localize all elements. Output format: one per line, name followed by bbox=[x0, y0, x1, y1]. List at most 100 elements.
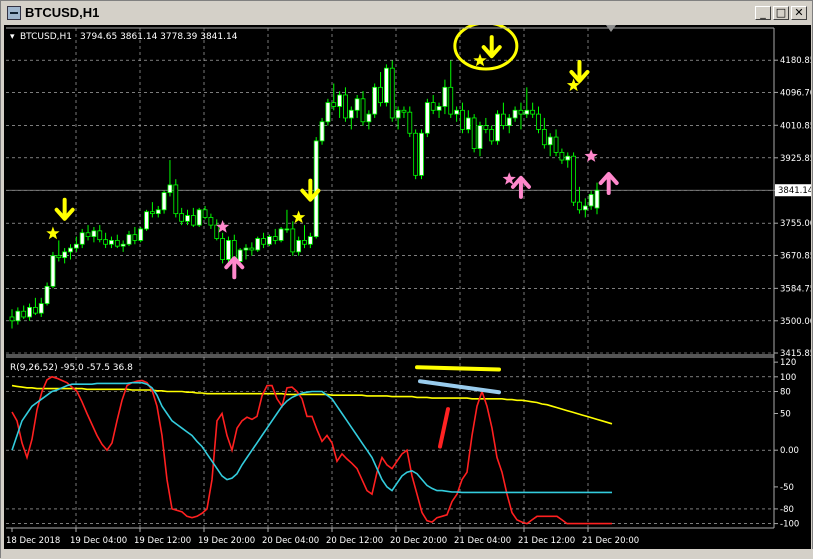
indicator-panel bbox=[11, 365, 613, 525]
x-tick-label: 20 Dec 12:00 bbox=[326, 536, 383, 546]
chart-area[interactable]: 18 Dec 2018 19 Dec 04:00 19 Dec 12:00 19 De… bbox=[4, 21, 813, 549]
candle-body bbox=[413, 132, 419, 176]
indicator-tick-label: 120 bbox=[780, 358, 796, 368]
minimize-button[interactable]: _ bbox=[755, 6, 771, 20]
chart-window-icon bbox=[7, 6, 21, 20]
candle-body bbox=[196, 209, 202, 226]
indicator-tick-label: -50 bbox=[780, 483, 794, 493]
candle-body bbox=[559, 151, 565, 161]
candle-body bbox=[272, 236, 278, 241]
candle-body bbox=[155, 209, 161, 215]
candle-body bbox=[495, 113, 500, 142]
candle-body bbox=[348, 109, 354, 119]
window-title: BTCUSD,H1 bbox=[25, 5, 100, 20]
candle-body bbox=[430, 102, 436, 111]
candle-body bbox=[243, 247, 249, 251]
candle-body bbox=[506, 117, 512, 126]
x-tick-label: 21 Dec 20:00 bbox=[582, 536, 639, 546]
yellow-marker-segment bbox=[415, 365, 501, 372]
candle-body bbox=[448, 86, 454, 115]
candle-body bbox=[460, 109, 465, 130]
candle-body bbox=[512, 109, 518, 119]
x-tick-label: 19 Dec 04:00 bbox=[70, 536, 127, 546]
indicator-tick-label: 100 bbox=[780, 373, 796, 383]
candle-body bbox=[68, 247, 73, 253]
price-tick-label: 4010.85 bbox=[780, 121, 811, 131]
candle-body bbox=[366, 113, 372, 123]
candle-body bbox=[173, 184, 179, 215]
candle-body bbox=[97, 230, 103, 241]
candle-body bbox=[372, 86, 378, 115]
candle-body bbox=[524, 109, 530, 115]
candle-body bbox=[577, 201, 582, 211]
candle-body bbox=[38, 303, 44, 314]
candle-body bbox=[132, 234, 138, 241]
price-tick-label: 4096.70 bbox=[780, 88, 811, 98]
star-marker-icon bbox=[292, 210, 306, 224]
down-arrow-icon bbox=[481, 35, 502, 59]
candle-body bbox=[354, 98, 360, 111]
candle-body bbox=[536, 113, 541, 130]
candle-body bbox=[343, 94, 348, 119]
lightblue-marker-segment bbox=[418, 379, 501, 395]
candle-body bbox=[477, 125, 483, 149]
candle-body bbox=[419, 132, 424, 176]
candle-body bbox=[114, 240, 120, 247]
x-tick-label: 20 Dec 04:00 bbox=[262, 536, 319, 546]
candle-body bbox=[395, 109, 401, 119]
price-annotations bbox=[46, 21, 619, 280]
candle-body bbox=[500, 113, 506, 126]
star-marker-icon bbox=[584, 149, 598, 162]
candle-body bbox=[565, 155, 571, 161]
candle-body bbox=[547, 136, 553, 146]
candle-body bbox=[266, 236, 272, 245]
x-tick-label: 19 Dec 20:00 bbox=[198, 536, 255, 546]
x-tick-label: 19 Dec 12:00 bbox=[134, 536, 191, 546]
candle-body bbox=[465, 117, 471, 130]
current-price-label: 3841.14 bbox=[778, 186, 811, 196]
title-bar[interactable]: BTCUSD,H1 _ □ ✕ bbox=[3, 3, 812, 23]
close-button[interactable]: ✕ bbox=[791, 6, 807, 20]
candle-body bbox=[313, 140, 319, 237]
candle-body bbox=[103, 239, 108, 245]
candle-body bbox=[220, 238, 226, 260]
candle-body bbox=[73, 243, 79, 249]
candle-body bbox=[202, 209, 208, 218]
candle-body bbox=[214, 224, 220, 239]
candle-body bbox=[594, 189, 600, 209]
candle-body bbox=[483, 125, 489, 130]
candle-body bbox=[383, 67, 389, 104]
candle-body bbox=[249, 247, 255, 251]
chart-svg[interactable]: 18 Dec 2018 19 Dec 04:00 19 Dec 12:00 19 De… bbox=[4, 21, 813, 549]
price-tick-label: 4180.85 bbox=[780, 56, 811, 66]
x-tick-label: 21 Dec 04:00 bbox=[454, 536, 511, 546]
price-tick-label: 3670.85 bbox=[780, 251, 811, 261]
indicator-tick-label: 0.00 bbox=[780, 446, 799, 456]
candle-body bbox=[85, 232, 91, 237]
price-panel-menu-icon[interactable]: ▾ bbox=[10, 32, 15, 42]
candle-body bbox=[442, 86, 448, 107]
maximize-button[interactable]: □ bbox=[773, 6, 789, 20]
indicator-tick-label: 50 bbox=[780, 410, 791, 420]
candle-body bbox=[424, 102, 430, 134]
candle-body bbox=[179, 213, 185, 222]
x-tick-label: 18 Dec 2018 bbox=[6, 536, 60, 546]
candle-body bbox=[582, 205, 588, 211]
candle-body bbox=[378, 86, 383, 104]
candle-body bbox=[553, 136, 559, 153]
candle-body bbox=[302, 240, 307, 245]
price-tick-label: 3755.00 bbox=[780, 219, 811, 229]
candle-body bbox=[15, 310, 21, 322]
candle-body bbox=[319, 121, 325, 142]
candle-body bbox=[541, 129, 547, 146]
indicator-tick-label: 80 bbox=[780, 387, 791, 397]
candle-body bbox=[407, 111, 413, 134]
candle-body bbox=[32, 306, 38, 314]
candle-body bbox=[489, 129, 495, 142]
candle-body bbox=[190, 215, 196, 226]
candle-body bbox=[471, 117, 477, 149]
star-marker-icon bbox=[473, 53, 487, 67]
indicator-tick-label: -80 bbox=[780, 505, 794, 515]
up-arrow-icon bbox=[510, 175, 531, 199]
candle-body bbox=[126, 234, 132, 245]
